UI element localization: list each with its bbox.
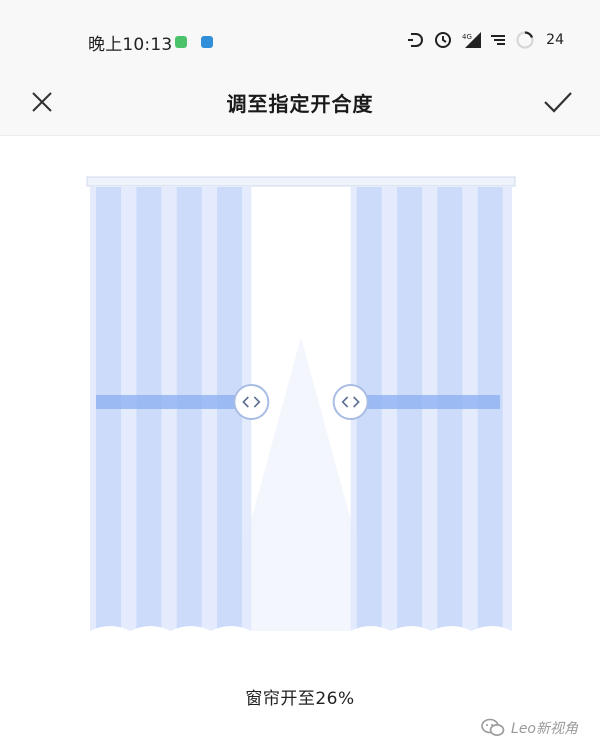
battery-icon [516, 31, 534, 49]
right-handle-knob[interactable] [332, 384, 369, 420]
curtain-illustration [86, 176, 516, 633]
page-title: 调至指定开合度 [226, 92, 374, 116]
header: 调至指定开合度 [0, 70, 600, 136]
status-icons: 4G 24 [407, 28, 564, 52]
data-speed-icon [491, 35, 506, 45]
curtain-open-status: 窗帘开至26% [245, 689, 355, 709]
green-app-icon [175, 36, 187, 48]
network-signal-icon: 4G [462, 32, 482, 48]
check-icon [544, 92, 572, 113]
alarm-icon [435, 32, 452, 48]
left-slider-track [96, 395, 252, 409]
wechat-icon [481, 718, 505, 736]
curtain-rod [86, 176, 516, 187]
status-bar: 晚上10:13 4G 24 [0, 0, 600, 70]
curtain-control [0, 137, 600, 677]
watermark: Leo新视角 [481, 718, 578, 738]
battery-level: 24 [546, 32, 564, 48]
svg-text:4G: 4G [462, 33, 472, 41]
right-slider-track [350, 395, 500, 409]
left-curtain-handle[interactable] [233, 384, 270, 420]
confirm-button[interactable] [538, 82, 578, 122]
nfc-icon [408, 33, 424, 47]
status-time: 晚上10:13 [88, 35, 173, 55]
watermark-text: Leo新视角 [511, 721, 578, 737]
right-curtain-handle[interactable] [332, 384, 369, 420]
blue-app-icon [201, 36, 213, 48]
left-handle-knob[interactable] [233, 384, 270, 420]
